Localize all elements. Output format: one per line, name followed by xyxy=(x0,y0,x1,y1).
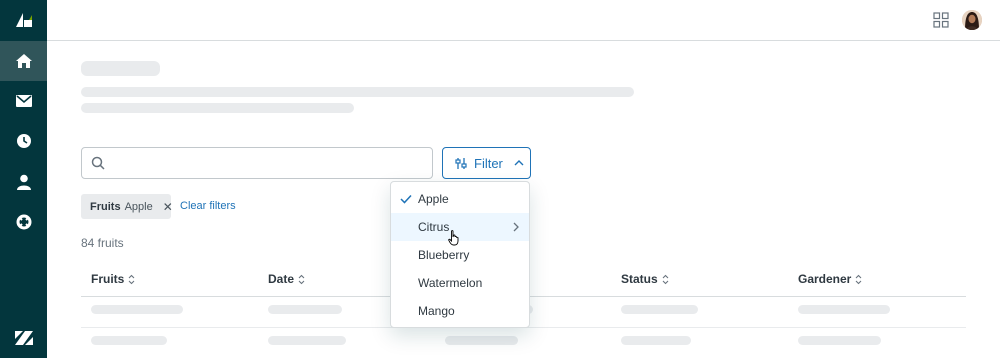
column-header-gardener[interactable]: Gardener xyxy=(798,272,862,286)
sort-icon xyxy=(298,274,305,284)
sort-icon xyxy=(128,274,135,284)
menu-item-label: Citrus xyxy=(418,220,450,234)
grid-icon[interactable] xyxy=(933,12,949,28)
filter-chip: Fruits Apple ✕ xyxy=(81,194,173,219)
check-icon xyxy=(400,194,412,204)
description-skeleton-2 xyxy=(81,103,354,113)
user-avatar-icon xyxy=(962,10,982,30)
filter-chip-key: Fruits xyxy=(90,200,121,213)
clear-filters-link[interactable]: Clear filters xyxy=(180,200,236,212)
cell-skeleton xyxy=(268,305,342,314)
sort-icon xyxy=(855,274,862,284)
search-field[interactable] xyxy=(81,147,433,179)
column-header-status[interactable]: Status xyxy=(621,272,669,286)
cell-skeleton xyxy=(445,336,518,345)
filter-chip-value: Apple xyxy=(124,200,153,213)
remove-chip-icon[interactable]: ✕ xyxy=(163,200,173,214)
hand-pointer-icon xyxy=(448,230,459,246)
product-logo[interactable] xyxy=(0,0,47,40)
menu-item-label: Blueberry xyxy=(418,248,470,262)
cell-skeleton xyxy=(268,336,346,345)
menu-item-mango[interactable]: Mango xyxy=(391,297,529,325)
zendesk-logo[interactable] xyxy=(0,318,47,358)
clock-icon xyxy=(16,134,31,148)
filter-button[interactable]: Filter xyxy=(442,147,531,179)
sort-icon xyxy=(662,274,669,284)
sidebar-item-home[interactable] xyxy=(0,41,47,81)
result-count: 84 fruits xyxy=(81,236,124,250)
menu-item-watermelon[interactable]: Watermelon xyxy=(391,269,529,297)
column-header-label: Date xyxy=(268,272,295,286)
top-header xyxy=(47,0,1000,41)
search-input[interactable] xyxy=(110,148,428,178)
home-icon xyxy=(15,54,32,68)
column-header-date[interactable]: Date xyxy=(268,272,305,286)
avatar[interactable] xyxy=(962,10,982,30)
chevron-right-icon xyxy=(513,222,519,232)
column-header-label: Fruits xyxy=(91,272,125,286)
description-skeleton-1 xyxy=(81,87,634,97)
cell-skeleton xyxy=(91,305,183,314)
column-header-label: Status xyxy=(621,272,658,286)
cell-skeleton xyxy=(798,336,881,345)
menu-item-label: Mango xyxy=(418,304,455,318)
title-skeleton xyxy=(81,61,160,76)
mail-icon xyxy=(15,95,32,107)
column-header-fruits[interactable]: Fruits xyxy=(91,272,135,286)
sidebar-item-support[interactable] xyxy=(0,202,47,242)
chevron-up-icon xyxy=(514,160,524,166)
lifebuoy-icon xyxy=(16,214,31,230)
filter-button-label: Filter xyxy=(474,155,503,171)
zendesk-logo-icon xyxy=(14,331,33,345)
sidebar-item-mail[interactable] xyxy=(0,81,47,121)
cell-skeleton xyxy=(621,305,698,314)
sidebar-item-user[interactable] xyxy=(0,162,47,202)
filter-dropdown-menu: Apple Citrus Blueberry Watermelon Mango xyxy=(390,181,530,328)
user-icon xyxy=(16,174,31,190)
cell-skeleton xyxy=(621,336,691,345)
search-icon xyxy=(91,156,105,170)
menu-item-label: Watermelon xyxy=(418,276,483,290)
menu-item-apple[interactable]: Apple xyxy=(391,185,529,213)
sidebar-item-history[interactable] xyxy=(0,121,47,161)
cell-skeleton xyxy=(91,336,167,345)
sidebar xyxy=(0,0,47,358)
sliders-icon xyxy=(455,157,467,169)
menu-item-label: Apple xyxy=(418,192,449,206)
product-logo-icon xyxy=(15,13,32,27)
cell-skeleton xyxy=(798,305,890,314)
column-header-label: Gardener xyxy=(798,272,852,286)
